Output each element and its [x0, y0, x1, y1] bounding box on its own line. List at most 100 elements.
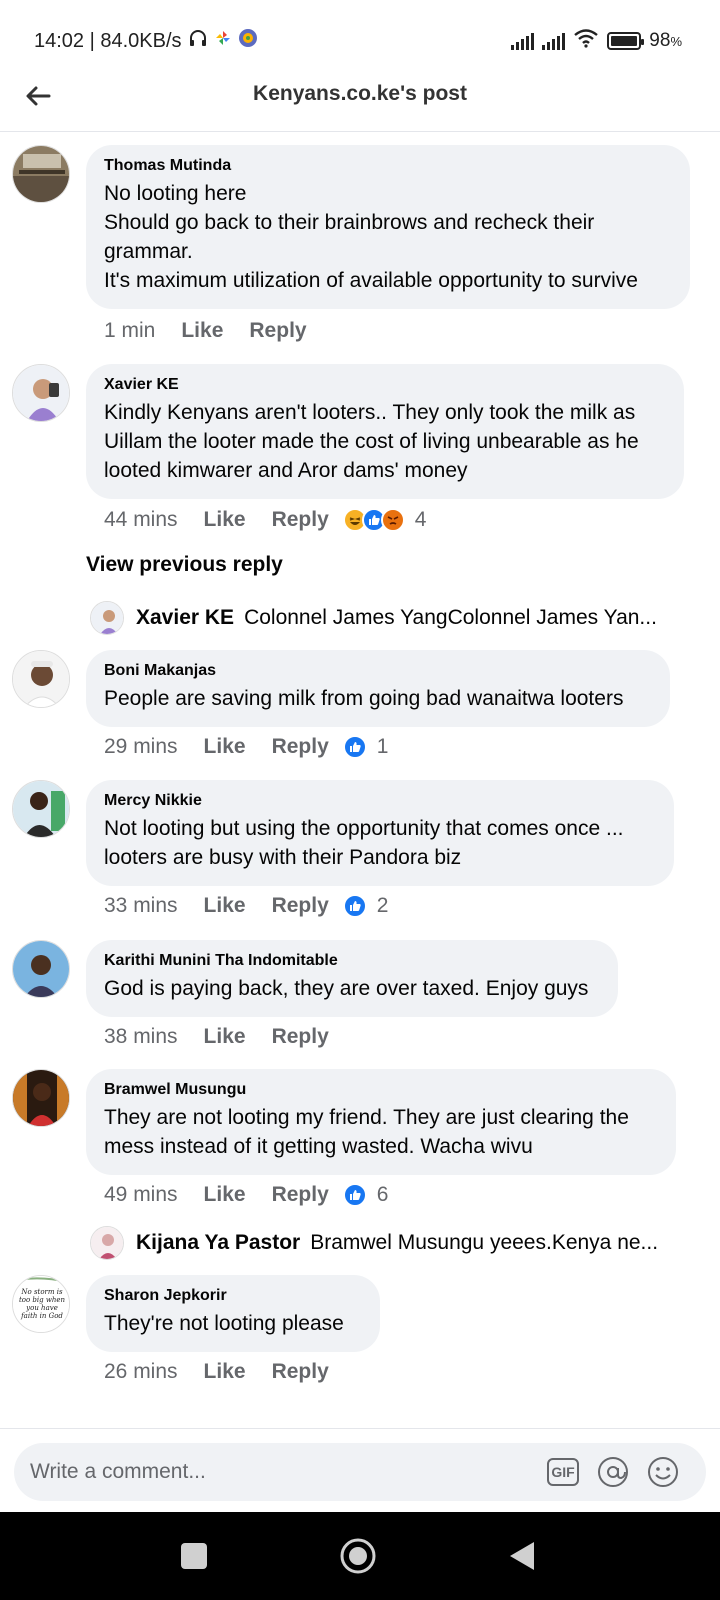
headphones-icon [188, 28, 208, 54]
comment-text: They're not looting please [104, 1312, 344, 1335]
comment-meta: 38 mins Like Reply [104, 1025, 343, 1049]
at-icon [598, 1457, 628, 1487]
comment-time[interactable]: 44 mins [104, 508, 178, 532]
like-reaction-icon [342, 735, 367, 759]
like-button[interactable]: Like [204, 1025, 246, 1049]
avatar[interactable] [12, 940, 70, 998]
avatar [90, 601, 124, 635]
avatar[interactable] [12, 1069, 70, 1127]
reaction-count[interactable]: 4 [415, 508, 427, 532]
square-icon [181, 1543, 207, 1569]
comment-text: God is paying back, they are over taxed.… [104, 977, 589, 1000]
reply-text: Colonnel James YangColonnel James Yan... [244, 606, 657, 629]
reaction-count[interactable]: 6 [377, 1183, 389, 1207]
comment-author[interactable]: Mercy Nikkie [104, 792, 656, 810]
comment-time[interactable]: 1 min [104, 319, 155, 343]
emoji-button[interactable] [646, 1456, 680, 1488]
signal-icon [542, 32, 566, 50]
reaction-icons[interactable] [342, 508, 405, 532]
comment-meta: 33 mins Like Reply 2 [104, 894, 388, 918]
battery-icon [607, 32, 645, 50]
reply-author: Kijana Ya Pastor [136, 1231, 301, 1254]
battery-level: 98% [649, 30, 682, 51]
comment-author[interactable]: Karithi Munini Tha Indomitable [104, 952, 600, 970]
comment-composer: GIF [0, 1428, 720, 1512]
angry-reaction-icon [380, 508, 405, 532]
home-button[interactable] [338, 1536, 378, 1576]
post-header: Kenyans.co.ke's post [0, 66, 720, 132]
like-button[interactable]: Like [204, 735, 246, 759]
comment-time[interactable]: 26 mins [104, 1360, 178, 1384]
reaction-icons[interactable] [342, 1183, 367, 1207]
comment-author[interactable]: Thomas Mutinda [104, 157, 672, 175]
comment-time[interactable]: 38 mins [104, 1025, 178, 1049]
comment-text: They are not looting my friend. They are… [104, 1106, 629, 1158]
comment-meta: 26 mins Like Reply [104, 1360, 343, 1384]
reaction-count[interactable]: 2 [377, 894, 389, 918]
avatar[interactable]: No storm is too big when you have faith … [12, 1275, 70, 1333]
status-time-speed: 14:02 | 84.0KB/s [34, 29, 182, 52]
reply-button[interactable]: Reply [272, 1360, 329, 1384]
reply-preview[interactable]: Xavier KE Colonnel James YangColonnel Ja… [90, 601, 690, 635]
reaction-icons[interactable] [342, 735, 367, 759]
composer-field: GIF [14, 1443, 706, 1501]
comment-input[interactable] [30, 1443, 550, 1501]
comment-author[interactable]: Boni Makanjas [104, 662, 652, 680]
system-nav-bar [0, 1512, 720, 1600]
comment-bubble[interactable]: Mercy Nikkie Not looting but using the o… [86, 780, 674, 886]
reply-button[interactable]: Reply [272, 894, 329, 918]
reaction-count[interactable]: 1 [377, 735, 389, 759]
comment-author[interactable]: Sharon Jepkorir [104, 1287, 362, 1305]
comment-author[interactable]: Bramwel Musungu [104, 1081, 658, 1099]
comment-bubble[interactable]: Sharon Jepkorir They're not looting plea… [86, 1275, 380, 1352]
comment-time[interactable]: 29 mins [104, 735, 178, 759]
comment-time[interactable]: 49 mins [104, 1183, 178, 1207]
reply-button[interactable]: Reply [272, 1183, 329, 1207]
comment-text: No looting here Should go back to their … [104, 182, 638, 292]
gif-icon: GIF [551, 1464, 575, 1480]
mention-button[interactable] [596, 1456, 630, 1488]
like-button[interactable]: Like [181, 319, 223, 343]
reply-button[interactable]: Reply [272, 508, 329, 532]
comment-bubble[interactable]: Karithi Munini Tha Indomitable God is pa… [86, 940, 618, 1017]
avatar[interactable] [12, 145, 70, 203]
comment-bubble[interactable]: Xavier KE Kindly Kenyans aren't looters.… [86, 364, 684, 499]
comment-bubble[interactable]: Bramwel Musungu They are not looting my … [86, 1069, 676, 1175]
recents-button[interactable] [174, 1536, 214, 1576]
comment-meta: 29 mins Like Reply 1 [104, 735, 388, 759]
comment-author[interactable]: Xavier KE [104, 376, 666, 394]
reply-button[interactable]: Reply [249, 319, 306, 343]
comment-bubble[interactable]: Boni Makanjas People are saving milk fro… [86, 650, 670, 727]
triangle-back-icon [510, 1542, 534, 1570]
reply-text: Bramwel Musungu yeees.Kenya ne... [310, 1231, 659, 1254]
pinwheel-icon [214, 29, 232, 53]
reply-preview[interactable]: Kijana Ya Pastor Bramwel Musungu yeees.K… [90, 1226, 690, 1260]
comment-meta: 1 min Like Reply [104, 319, 321, 343]
avatar[interactable] [12, 780, 70, 838]
signal-icon [511, 32, 535, 50]
like-reaction-icon [342, 894, 367, 918]
reply-button[interactable]: Reply [272, 1025, 329, 1049]
avatar[interactable] [12, 650, 70, 708]
comment-time[interactable]: 33 mins [104, 894, 178, 918]
comment-text: Kindly Kenyans aren't looters.. They onl… [104, 401, 639, 482]
circle-icon [340, 1538, 376, 1574]
reaction-icons[interactable] [342, 894, 367, 918]
comment-text: Not looting but using the opportunity th… [104, 817, 624, 869]
back-nav-button[interactable] [502, 1536, 542, 1576]
view-previous-reply-link[interactable]: View previous reply [86, 553, 283, 577]
comment-meta: 44 mins Like Reply 4 [104, 508, 426, 532]
gif-button[interactable]: GIF [546, 1456, 580, 1488]
avatar [90, 1226, 124, 1260]
comment-text: People are saving milk from going bad wa… [104, 687, 624, 710]
like-button[interactable]: Like [204, 894, 246, 918]
app-badge-icon [238, 28, 258, 54]
like-button[interactable]: Like [204, 1183, 246, 1207]
avatar[interactable] [12, 364, 70, 422]
page-title: Kenyans.co.ke's post [253, 82, 467, 105]
like-button[interactable]: Like [204, 1360, 246, 1384]
like-button[interactable]: Like [204, 508, 246, 532]
comment-bubble[interactable]: Thomas Mutinda No looting here Should go… [86, 145, 690, 309]
smiley-icon [648, 1457, 678, 1487]
reply-button[interactable]: Reply [272, 735, 329, 759]
